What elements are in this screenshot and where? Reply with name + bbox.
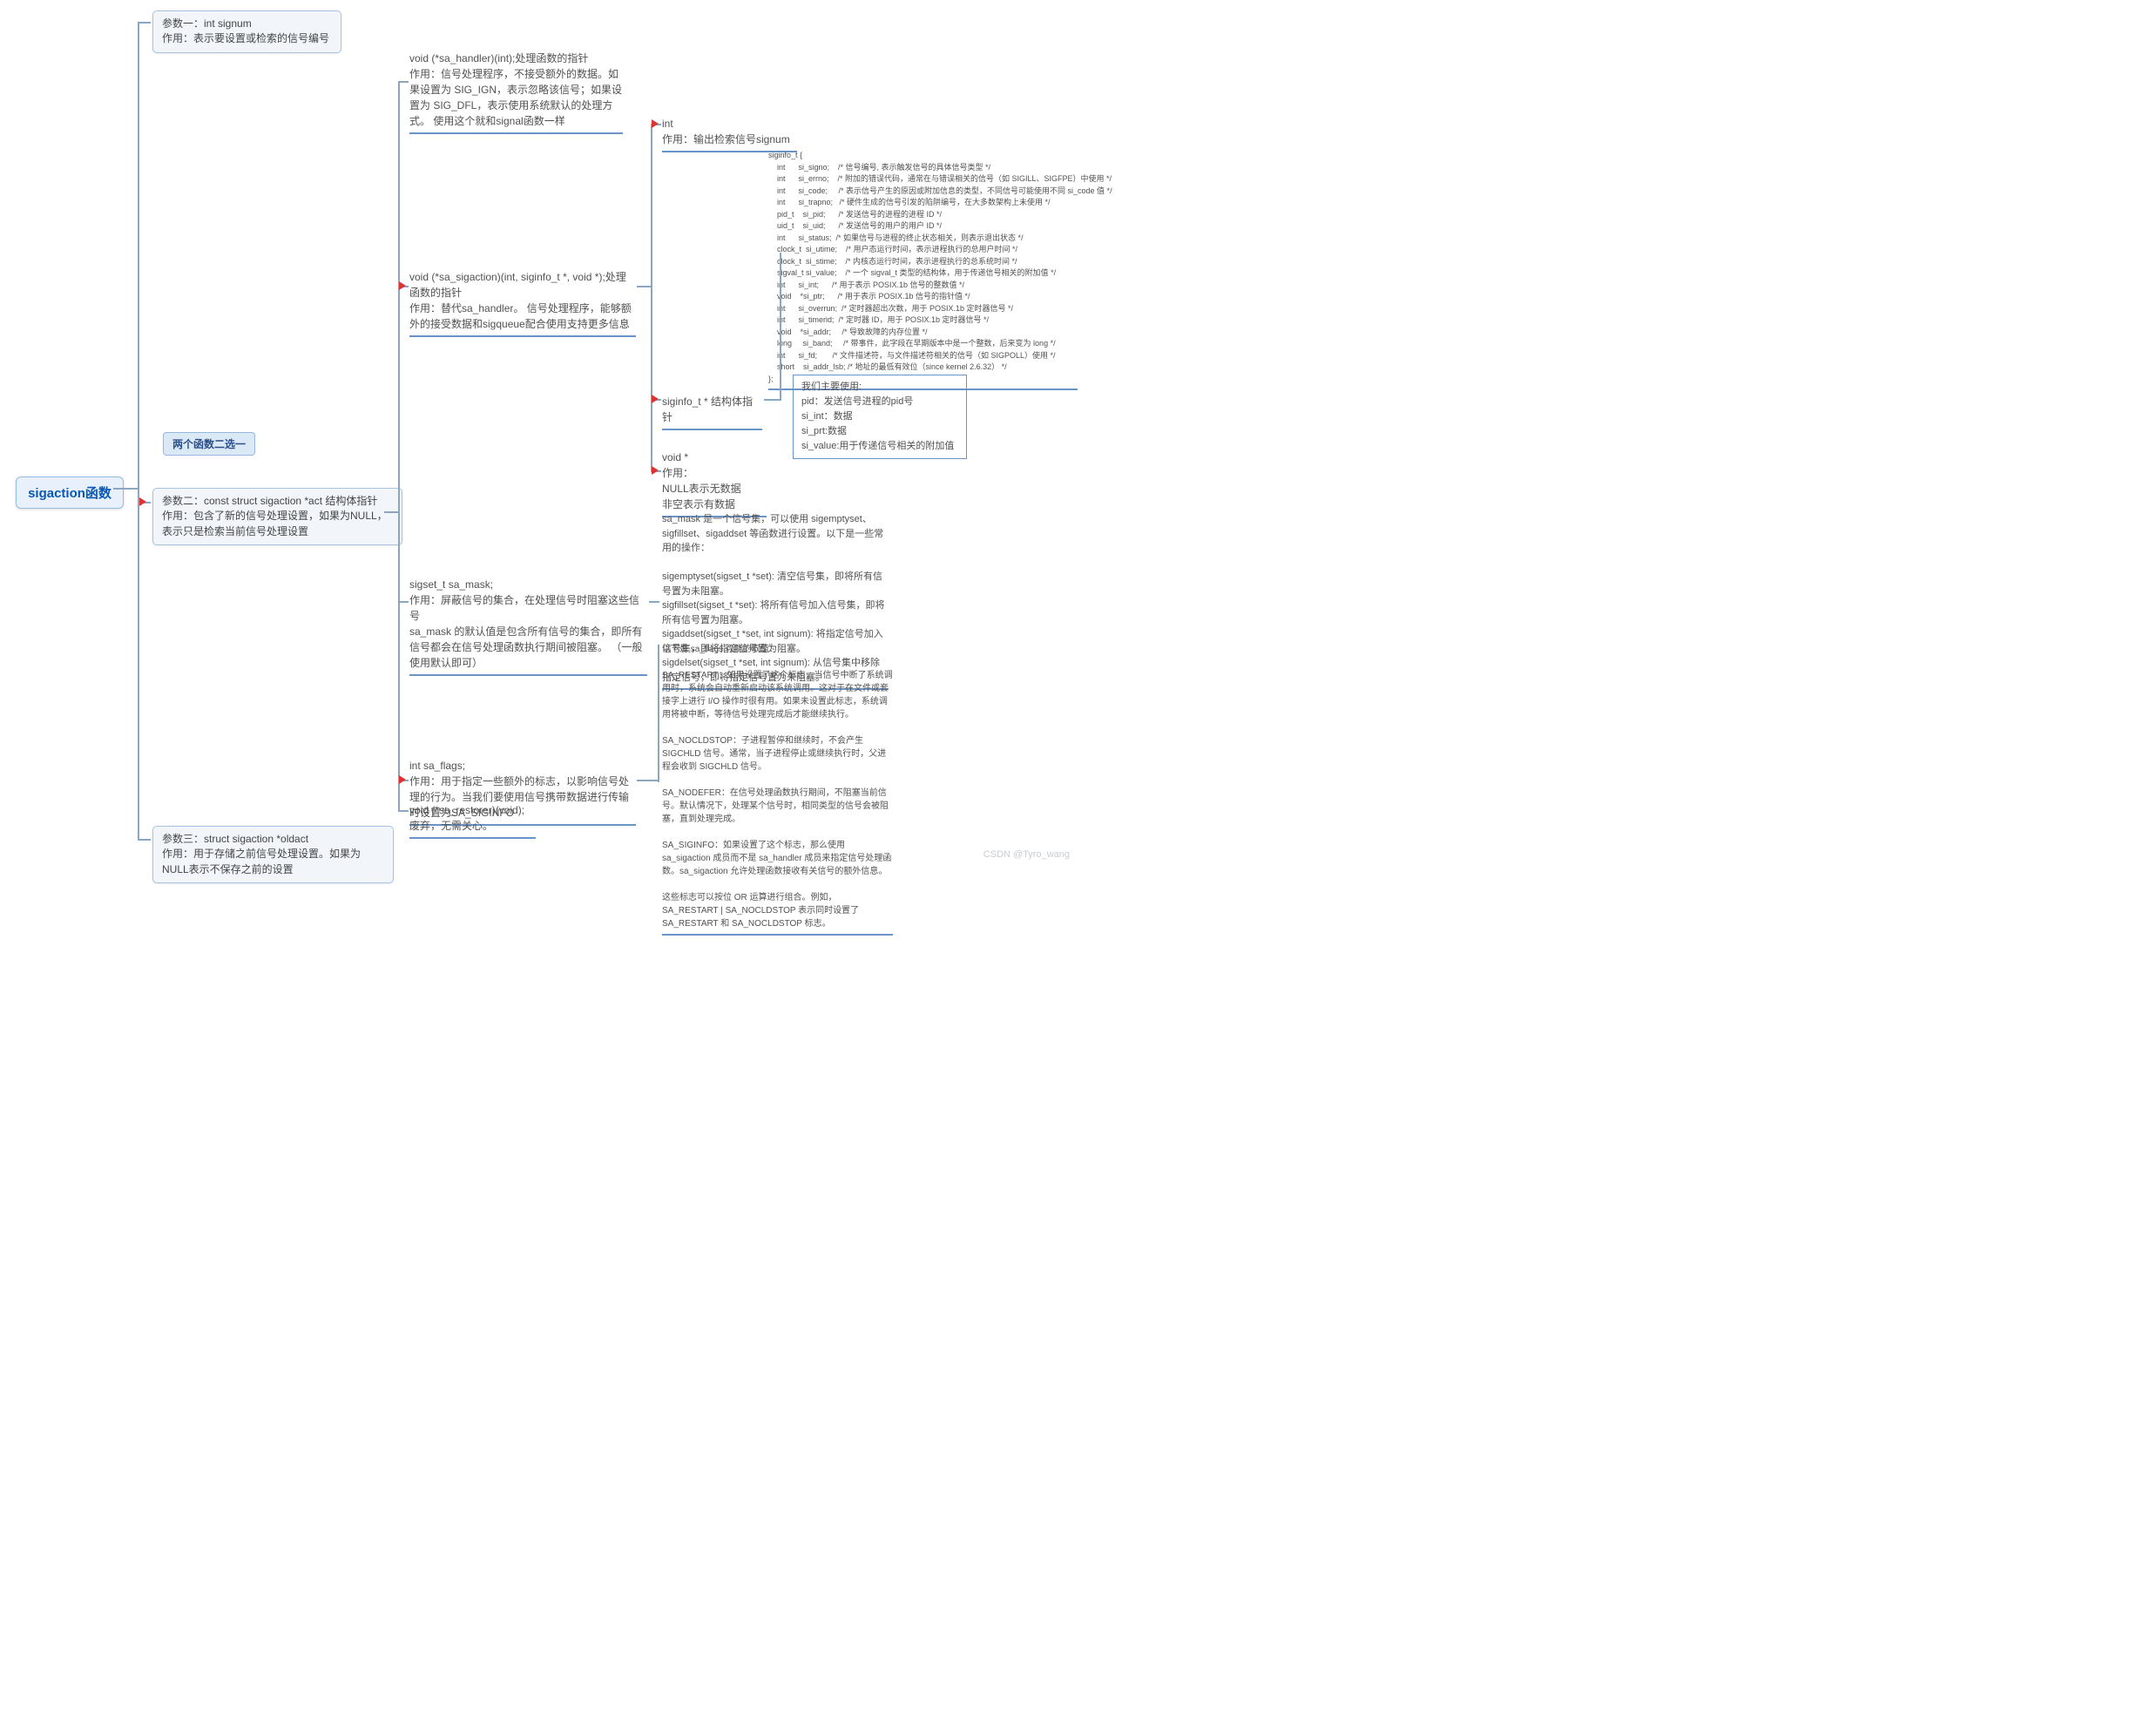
node-title: 参数三：struct sigaction *oldact (162, 832, 384, 847)
node-sa-sigaction[interactable]: void (*sa_sigaction)(int, siginfo_t *, v… (409, 269, 636, 337)
connector (138, 839, 151, 841)
connector (780, 253, 781, 401)
node-voidptr[interactable]: void * 作用： NULL表示无数据 非空表示有数据 (662, 449, 767, 517)
node-desc: 作用：用于存储之前信号处理设置。如果为NULL表示不保存之前的设置 (162, 847, 384, 877)
node-siginfo-use[interactable]: 我们主要使用: pid：发送信号进程的pid号 si_int：数据 si_prt… (793, 375, 967, 459)
node-desc: 作用：包含了新的信号处理设置，如果为NULL，表示只是检索当前信号处理设置 (162, 509, 393, 539)
node-title: 参数一：int signum (162, 17, 332, 31)
node-desc: 作用：表示要设置或检索的信号编号 (162, 31, 332, 46)
flag-icon (139, 497, 146, 506)
connector (651, 124, 652, 472)
node-title: 参数二：const struct sigaction *act 结构体指针 (162, 494, 393, 509)
connector (764, 399, 781, 401)
watermark: CSDN @Tyro_wang (983, 849, 1070, 860)
connector (637, 780, 659, 781)
node-param2[interactable]: 参数二：const struct sigaction *act 结构体指针 作用… (152, 488, 402, 545)
root-node[interactable]: sigaction函数 (16, 476, 124, 509)
node-sa-handler[interactable]: void (*sa_handler)(int);处理函数的指针 作用：信号处理程… (409, 51, 623, 134)
node-sa-mask[interactable]: sigset_t sa_mask; 作用：屏蔽信号的集合，在处理信号时阻塞这些信… (409, 577, 647, 676)
node-choice[interactable]: 两个函数二选一 (163, 432, 255, 456)
node-siginfo-struct[interactable]: siginfo_t { int si_signo; /* 信号编号, 表示触发信… (768, 150, 1078, 390)
connector (398, 81, 409, 83)
node-param1[interactable]: 参数一：int signum 作用：表示要设置或检索的信号编号 (152, 10, 341, 53)
node-sa-restorer[interactable]: void (*sa_restorer)(void); 废弃，无需关心。 (409, 802, 536, 839)
flag-icon (652, 466, 659, 475)
flag-icon (399, 281, 406, 290)
connector (138, 22, 151, 24)
node-param3[interactable]: 参数三：struct sigaction *oldact 作用：用于存储之前信号… (152, 826, 394, 883)
flag-icon (399, 775, 406, 784)
connector (113, 488, 139, 490)
node-arg-int[interactable]: int 作用：输出检索信号signum (662, 116, 797, 152)
connector (649, 601, 659, 603)
connector (398, 810, 409, 812)
connector (658, 645, 659, 782)
connector (398, 601, 409, 603)
node-sa-flags-vals[interactable]: 以下是 sa_flags 可能的取值： SA_RESTART：如果设置了这个标志… (662, 643, 893, 936)
flag-icon (652, 119, 659, 128)
node-siginfo-ptr[interactable]: siginfo_t * 结构体指针 (662, 394, 762, 430)
flag-icon (652, 395, 659, 403)
connector (398, 81, 400, 812)
connector (138, 22, 139, 841)
